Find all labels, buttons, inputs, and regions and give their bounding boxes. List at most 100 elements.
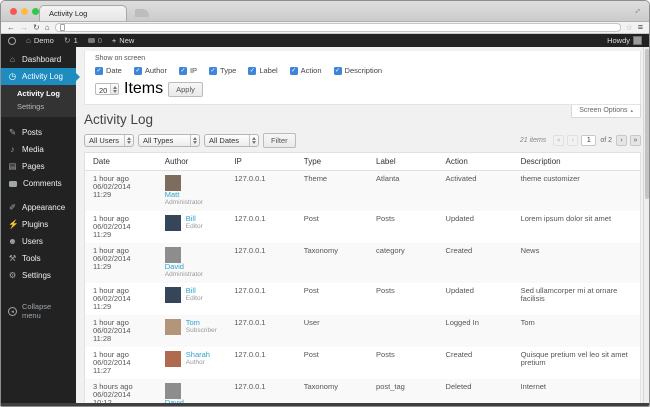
- site-menu[interactable]: ⌂ Demo: [26, 36, 54, 45]
- scrollbar-thumb[interactable]: [645, 49, 649, 199]
- column-toggle-type[interactable]: ✓ Type: [209, 66, 236, 75]
- filter-select-all-dates[interactable]: All Dates: [204, 134, 259, 147]
- checkbox-checked-icon[interactable]: ✓: [95, 66, 103, 75]
- cell-action: Updated: [445, 286, 474, 295]
- browser-tab[interactable]: Activity Log: [39, 5, 127, 21]
- author-link[interactable]: Bill: [186, 287, 203, 295]
- author-link[interactable]: David: [165, 263, 203, 271]
- minimize-window-button[interactable]: [21, 8, 28, 15]
- column-header-description[interactable]: Description: [512, 152, 641, 171]
- new-content-menu[interactable]: + New: [112, 36, 134, 45]
- sidebar-item-users[interactable]: ☻ Users: [1, 233, 76, 250]
- browser-toolbar: ← → ↻ ⌂ ☆ ≡: [1, 22, 649, 34]
- sidebar-item-dashboard[interactable]: ⌂ Dashboard: [1, 51, 76, 68]
- current-page-input[interactable]: [581, 135, 597, 146]
- cell-date: 1 hour ago 06/02/2014 11:29: [85, 283, 157, 315]
- bookmark-star-icon[interactable]: ☆: [626, 23, 633, 32]
- cell-label: Posts: [376, 214, 395, 223]
- sidebar-item-label: Appearance: [22, 203, 66, 212]
- sidebar-subitem-activity-log[interactable]: Activity Log: [1, 87, 76, 100]
- next-page-button[interactable]: ›: [616, 135, 627, 146]
- wp-logo-menu[interactable]: [8, 36, 16, 45]
- sidebar-item-tools[interactable]: ⚒ Tools: [1, 250, 76, 267]
- zoom-window-button[interactable]: [32, 8, 39, 15]
- column-header-date[interactable]: Date: [84, 152, 157, 171]
- cell-date: 1 hour ago 06/02/2014 11:29: [85, 243, 157, 283]
- column-header-label[interactable]: Label: [368, 152, 438, 171]
- column-header-type[interactable]: Type: [295, 152, 369, 171]
- sidebar-item-appearance[interactable]: ✐ Appearance: [1, 199, 76, 216]
- sidebar-item-pages[interactable]: ▤ Pages: [1, 158, 76, 175]
- column-header-ip[interactable]: IP: [226, 152, 296, 171]
- site-name: Demo: [33, 36, 54, 45]
- column-toggle-ip[interactable]: ✓ IP: [178, 66, 197, 75]
- browser-menu-icon[interactable]: ≡: [638, 23, 643, 32]
- checkbox-checked-icon[interactable]: ✓: [178, 66, 187, 75]
- column-toggle-date[interactable]: ✓ Date: [95, 66, 122, 75]
- home-icon[interactable]: ⌂: [45, 23, 50, 32]
- select-arrows-icon: [249, 135, 258, 146]
- items-count-value: 20: [99, 86, 108, 95]
- cell-label: post_tag: [376, 382, 405, 391]
- wordpress-logo-icon: [8, 36, 16, 45]
- my-account-menu[interactable]: Howdy: [607, 36, 642, 45]
- filter-button[interactable]: Filter: [263, 133, 296, 148]
- author-link[interactable]: Tom: [186, 319, 217, 327]
- stepper-arrows-icon[interactable]: [110, 84, 118, 94]
- sidebar-item-settings[interactable]: ⚙ Settings: [1, 267, 76, 284]
- prev-page-button: ‹: [567, 135, 579, 146]
- sidebar-item-label: Plugins: [22, 220, 49, 229]
- sidebar-item-comments[interactable]: Comments: [1, 175, 76, 192]
- cell-date: 3 hours ago 06/02/2014 10:12: [85, 379, 157, 407]
- column-header-author[interactable]: Author: [156, 152, 227, 171]
- close-window-button[interactable]: [10, 8, 17, 15]
- column-header-action[interactable]: Action: [437, 152, 513, 171]
- comments-bubble-icon: [9, 180, 17, 187]
- sidebar-item-media[interactable]: ♪ Media: [1, 141, 76, 158]
- scrollbar[interactable]: [643, 47, 649, 406]
- apply-button[interactable]: Apply: [168, 81, 203, 97]
- checkbox-checked-icon[interactable]: ✓: [248, 66, 257, 75]
- author-link[interactable]: Bill: [186, 215, 203, 223]
- author-link[interactable]: Sharah: [186, 351, 210, 359]
- pagination: 21 items « ‹ of 2 › »: [520, 135, 641, 146]
- forward-icon[interactable]: →: [20, 23, 28, 32]
- screen-options-toggle[interactable]: Screen Options ▴: [571, 105, 641, 118]
- checkbox-checked-icon[interactable]: ✓: [133, 66, 142, 75]
- column-toggle-author[interactable]: ✓ Author: [133, 66, 167, 75]
- fullscreen-icon[interactable]: ↔: [630, 3, 643, 16]
- column-toggle-label[interactable]: ✓ Label: [248, 66, 278, 75]
- column-toggle-label: Action: [300, 66, 322, 75]
- sidebar-item-posts[interactable]: ✎ Posts: [1, 124, 76, 141]
- table-row: 1 hour ago 06/02/2014 11:27 Sharah Author 127…: [85, 347, 641, 379]
- new-tab-button[interactable]: [135, 9, 149, 17]
- back-icon[interactable]: ←: [7, 23, 15, 32]
- sidebar-item-activity-log[interactable]: ◷ Activity Log: [1, 68, 80, 85]
- sidebar-item-label: Activity Log: [22, 72, 63, 81]
- column-toggle-description[interactable]: ✓ Description: [333, 66, 382, 75]
- cell-action: Created: [445, 246, 473, 255]
- sidebar-subitem-settings[interactable]: Settings: [1, 100, 76, 113]
- cell-label: Atlanta: [376, 174, 400, 183]
- cell-ip: 127.0.0.1: [234, 382, 266, 391]
- reload-icon[interactable]: ↻: [33, 23, 40, 32]
- comments-menu[interactable]: 0: [87, 36, 102, 45]
- cell-label: [368, 315, 438, 347]
- table-row: 1 hour ago 06/02/2014 11:29 David Administra…: [84, 243, 641, 283]
- checkbox-checked-icon[interactable]: ✓: [289, 66, 298, 75]
- sidebar-menu: ⌂ Dashboard ◷ Activity Log Activity Log Setti…: [1, 51, 80, 284]
- filter-select-all-users[interactable]: All Users: [84, 134, 134, 147]
- sidebar-item-label: Posts: [22, 128, 43, 137]
- updates-menu[interactable]: ↻ 1: [64, 36, 78, 45]
- collapse-menu-button[interactable]: ◄ Collapse menu: [1, 298, 76, 324]
- checkbox-checked-icon[interactable]: ✓: [209, 66, 218, 75]
- address-bar-input[interactable]: [54, 23, 621, 32]
- filter-select-all-types[interactable]: All Types: [138, 134, 200, 147]
- checkbox-checked-icon[interactable]: ✓: [333, 66, 342, 75]
- author-link[interactable]: Matt: [165, 191, 203, 199]
- column-toggle-action[interactable]: ✓ Action: [289, 66, 322, 75]
- items-count-input[interactable]: 20: [95, 83, 119, 95]
- cell-description: Internet: [520, 382, 547, 391]
- last-page-button[interactable]: »: [630, 135, 641, 146]
- sidebar-item-plugins[interactable]: ⚡ Plugins: [1, 216, 76, 233]
